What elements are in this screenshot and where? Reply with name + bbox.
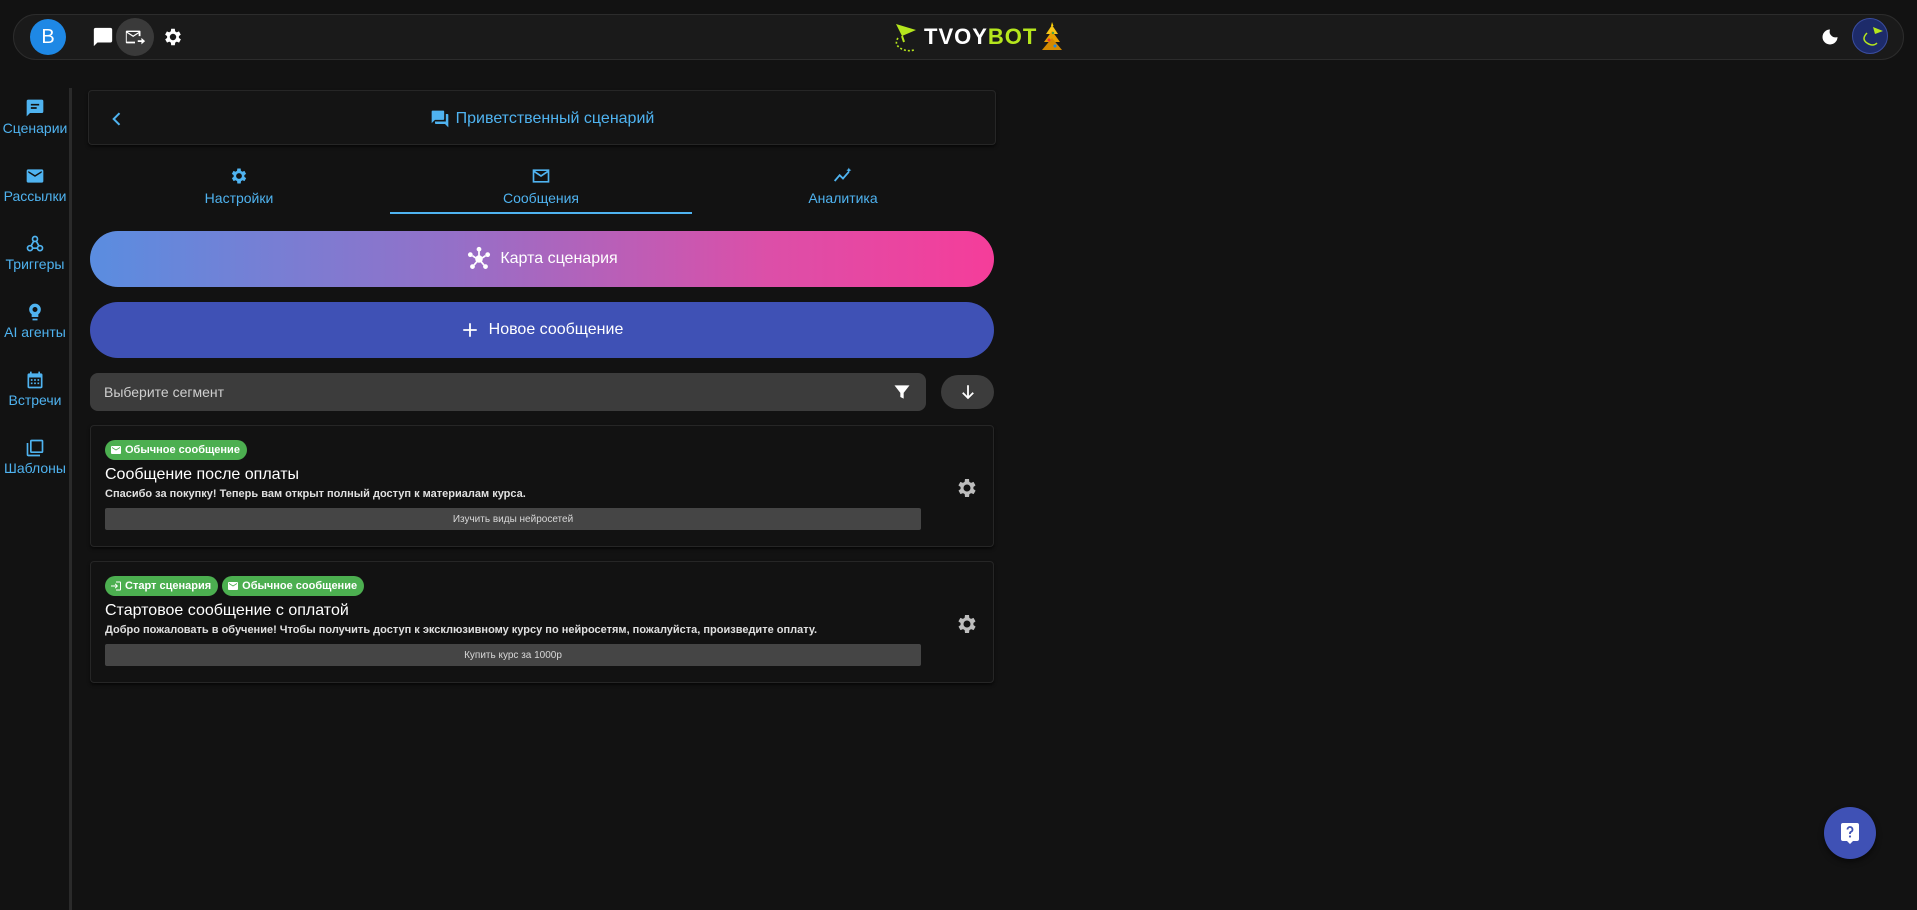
account-avatar[interactable]: B	[30, 19, 66, 55]
chevron-left-icon	[112, 112, 121, 126]
badge-group: Старт сценария Обычное сообщение	[105, 576, 365, 596]
templates-icon	[26, 439, 44, 457]
sidebar-item-label: Сценарии	[2, 120, 68, 136]
sidebar-item-ai-agents[interactable]: AI агенты	[0, 302, 70, 358]
mail-icon	[26, 169, 44, 183]
plus-icon	[462, 323, 477, 337]
top-bar: B TVOYBOT	[13, 14, 1904, 60]
forum-icon	[431, 110, 448, 127]
paper-plane-icon	[895, 24, 916, 52]
message-card[interactable]: Старт сценария Обычное сообщение Стартов…	[90, 561, 994, 683]
tvoybot-logo[interactable]: TVOYBOT	[892, 19, 1063, 55]
hub-icon	[468, 246, 491, 269]
sidebar-item-scenarios[interactable]: Сценарии	[0, 98, 70, 154]
gear-icon	[231, 168, 247, 184]
login-icon	[111, 581, 121, 591]
page-title: Приветственный сценарий	[89, 91, 995, 146]
message-inline-button[interactable]: Изучить виды нейросетей	[105, 508, 921, 530]
tab-settings[interactable]: Настройки	[88, 160, 390, 216]
message-settings-button[interactable]	[953, 610, 981, 638]
message-text: Добро пожаловать в обучение! Чтобы получ…	[105, 624, 818, 636]
message-settings-button[interactable]	[953, 474, 981, 502]
analytics-icon	[833, 167, 852, 182]
help-icon	[1841, 823, 1859, 844]
status-badge: Обычное сообщение	[105, 440, 247, 460]
christmas-tree-icon	[1042, 22, 1063, 50]
gear-icon	[958, 615, 976, 633]
scenario-icon	[26, 99, 44, 117]
sidebar-item-label: AI агенты	[4, 324, 66, 340]
badge-group: Обычное сообщение	[105, 440, 247, 460]
new-message-button[interactable]: Новое сообщение	[90, 302, 994, 358]
arrow-down-icon	[961, 385, 974, 400]
back-button[interactable]	[103, 105, 131, 133]
scenario-tabs: Настройки Сообщения Аналитика	[88, 160, 996, 216]
message-title: Стартовое сообщение с оплатой	[105, 602, 349, 619]
tab-messages[interactable]: Сообщения	[390, 160, 692, 216]
sidebar-item-label: Шаблоны	[4, 460, 66, 476]
help-button[interactable]	[1824, 807, 1876, 859]
status-badge: Обычное сообщение	[222, 576, 365, 596]
tab-analytics[interactable]: Аналитика	[692, 160, 994, 216]
mail-icon	[111, 446, 121, 454]
sidebar-item-meetings[interactable]: Встречи	[0, 370, 70, 426]
sidebar-item-templates[interactable]: Шаблоны	[0, 438, 70, 494]
message-card[interactable]: Обычное сообщение Сообщение после оплаты…	[90, 425, 994, 547]
sidebar-item-label: Триггеры	[5, 256, 65, 272]
mail-outline-icon	[532, 169, 550, 183]
start-badge: Старт сценария	[105, 576, 219, 596]
sort-button[interactable]	[941, 375, 994, 409]
ai-agent-icon	[29, 303, 41, 321]
message-text: Спасибо за покупку! Теперь вам открыт по…	[105, 488, 526, 500]
filter-icon[interactable]	[892, 382, 912, 402]
sidebar-item-mailings[interactable]: Рассылки	[0, 166, 70, 222]
sidebar: Сценарии Рассылки Триггеры AI агенты Вст…	[0, 88, 72, 910]
scenario-map-button[interactable]: Карта сценария	[90, 231, 994, 287]
mail-icon	[228, 582, 239, 590]
mail-send-icon[interactable]	[116, 18, 154, 56]
message-inline-button[interactable]: Купить курс за 1000р	[105, 644, 921, 666]
user-avatar[interactable]	[1852, 18, 1888, 54]
webhook-icon	[26, 235, 44, 252]
sidebar-item-label: Рассылки	[3, 188, 67, 204]
logo-text: TVOYBOT	[924, 24, 1038, 49]
sidebar-item-triggers[interactable]: Триггеры	[0, 234, 70, 290]
scenario-header: Приветственный сценарий	[88, 90, 996, 145]
gear-icon	[958, 479, 976, 497]
moon-icon[interactable]	[1814, 21, 1846, 53]
gear-icon[interactable]	[154, 18, 192, 56]
message-title: Сообщение после оплаты	[105, 466, 300, 483]
segment-select[interactable]: Выберите сегмент	[90, 373, 926, 411]
calendar-icon	[27, 371, 43, 389]
sidebar-item-label: Встречи	[8, 392, 62, 408]
